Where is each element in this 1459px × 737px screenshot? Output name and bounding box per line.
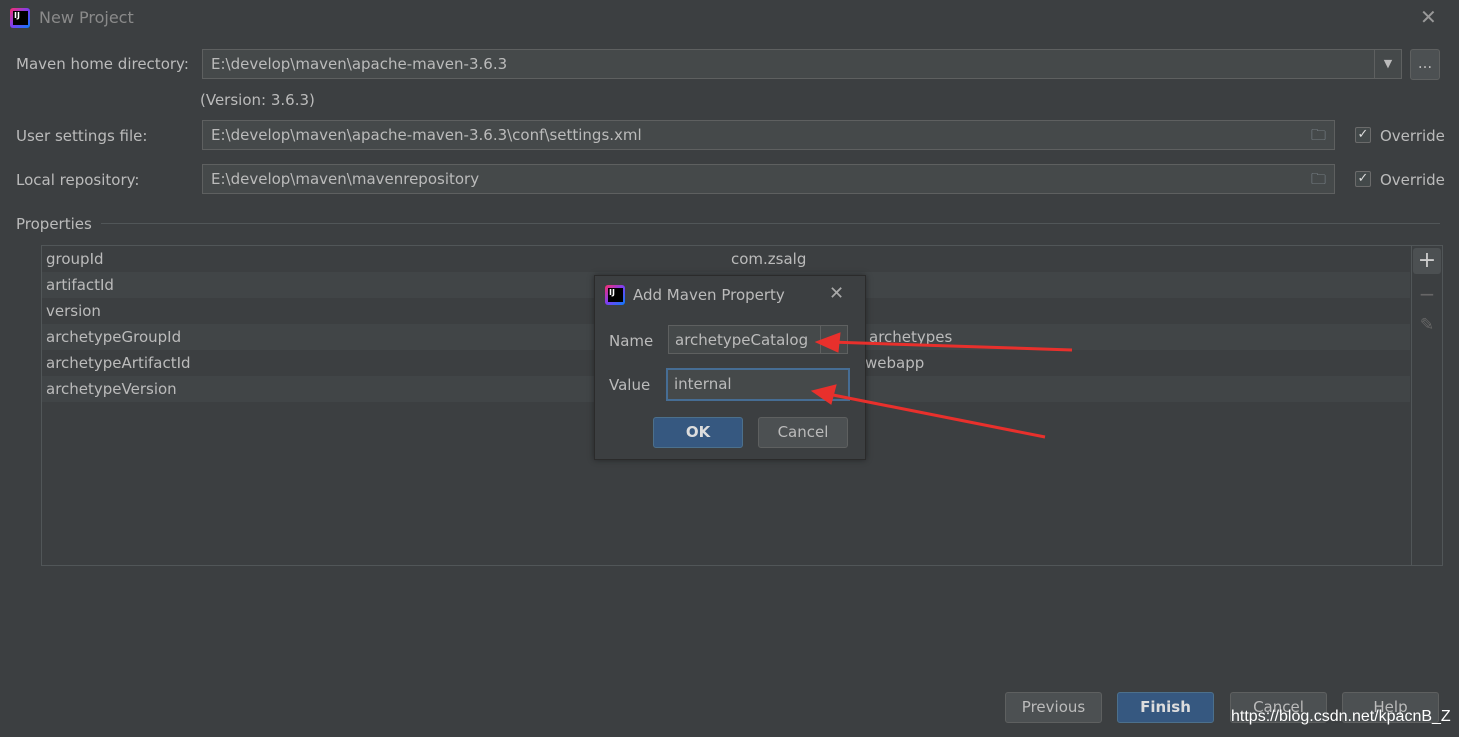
arrow-line <box>829 340 1073 352</box>
annotation-arrows <box>810 332 1073 439</box>
arrow-head <box>810 384 837 405</box>
previous-button[interactable]: Previous <box>1005 692 1102 723</box>
finish-button[interactable]: Finish <box>1117 692 1214 723</box>
arrow-head <box>814 332 841 353</box>
watermark: https://blog.csdn.net/kpacnB_Z <box>1231 708 1451 725</box>
arrow-line <box>827 392 1046 439</box>
